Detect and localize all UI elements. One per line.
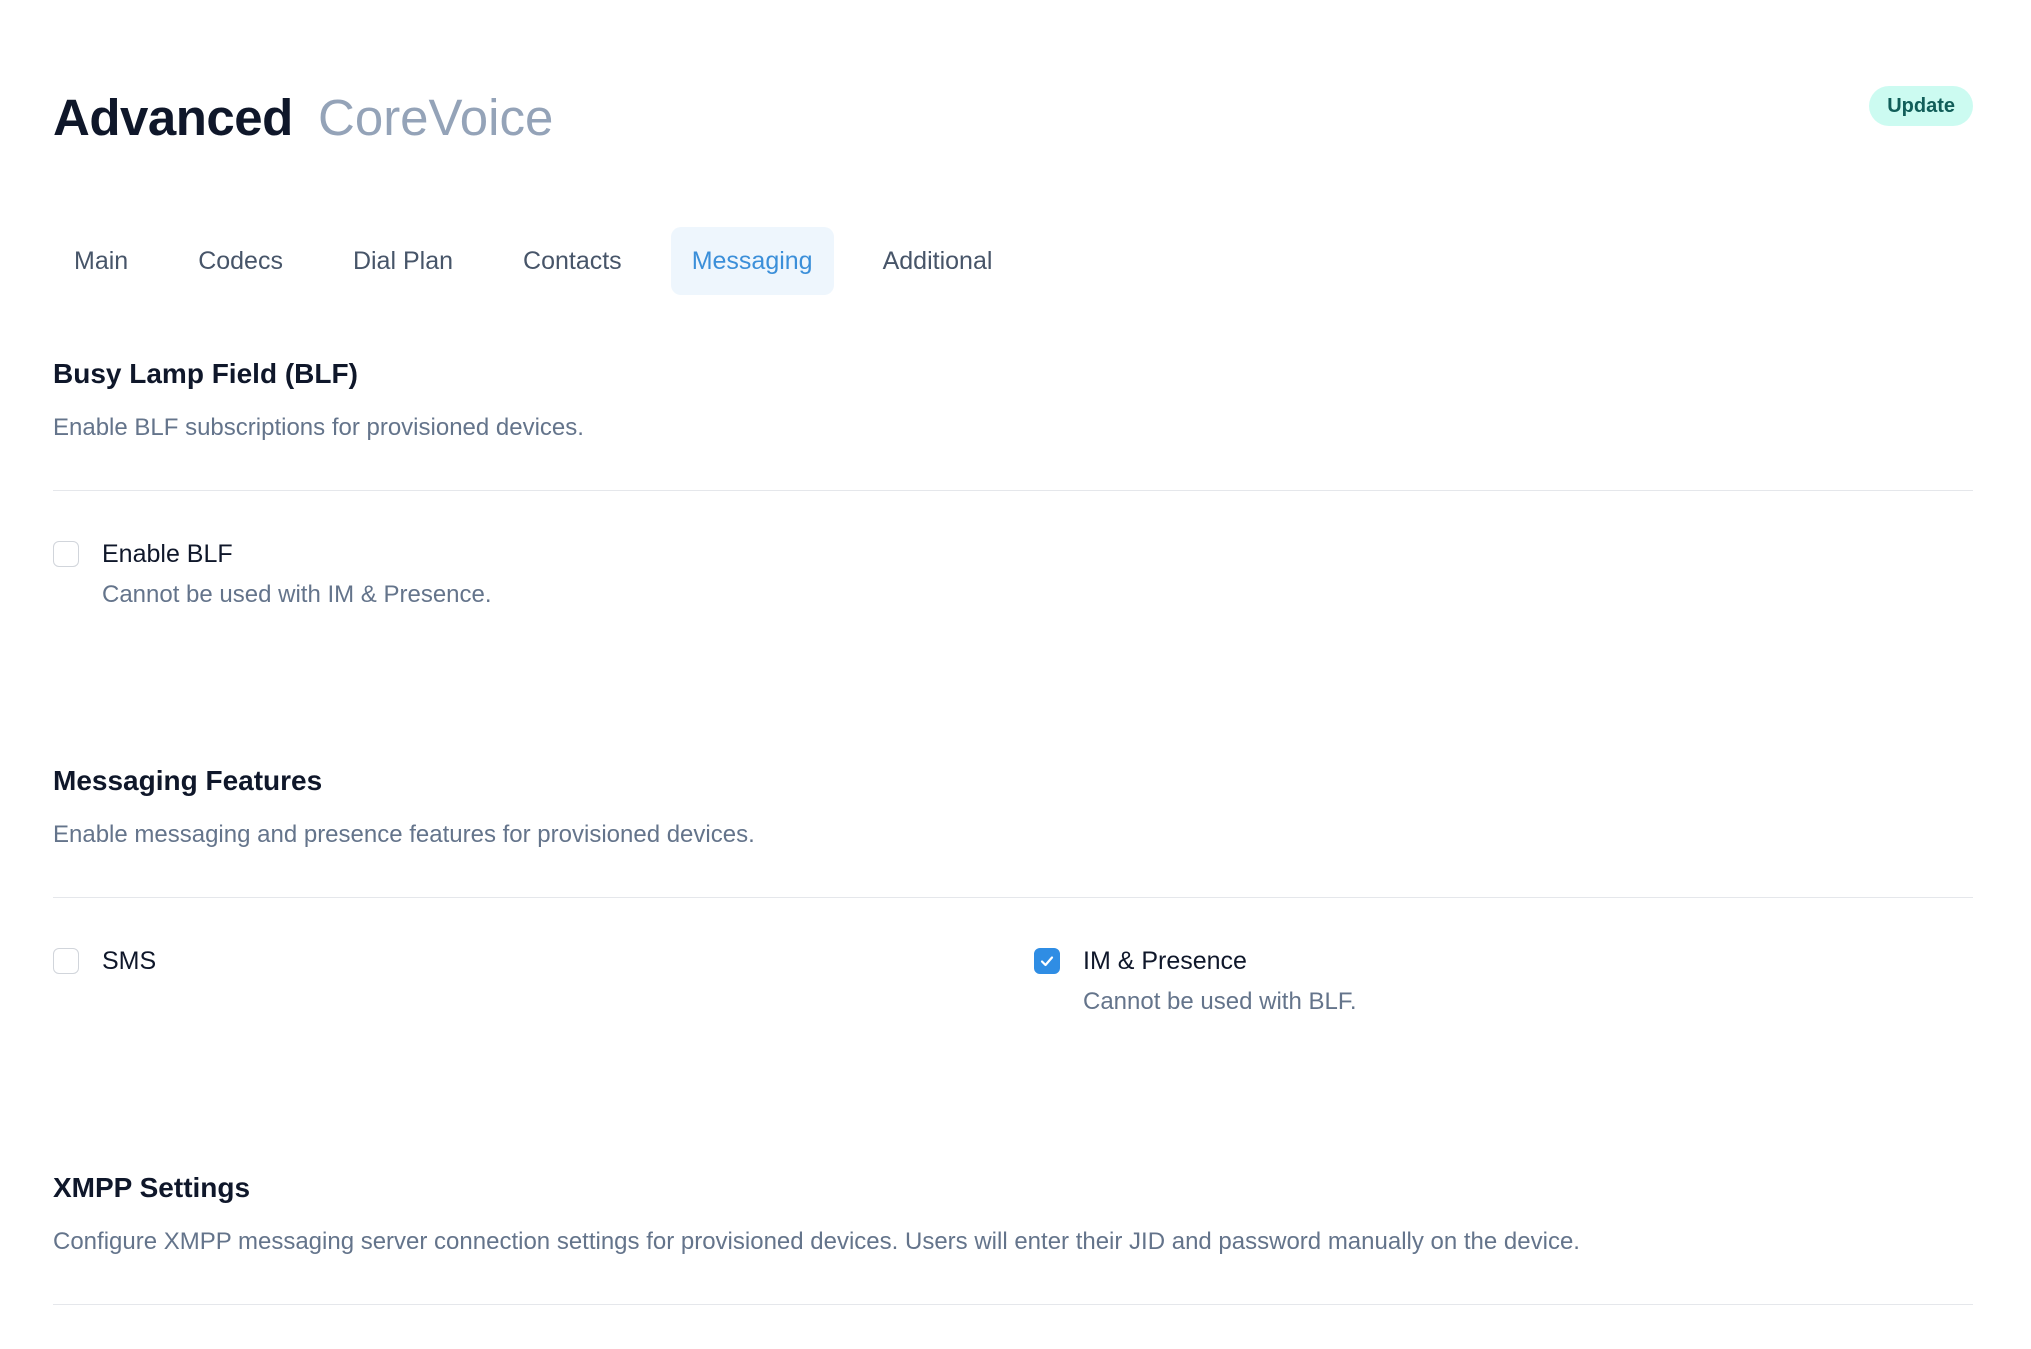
xmpp-divider [53,1304,1973,1305]
messaging-section-title: Messaging Features [53,765,323,796]
im-presence-label[interactable]: IM & Presence [1083,946,1357,976]
tab-codecs[interactable]: Codecs [177,227,304,295]
tab-main[interactable]: Main [53,227,149,295]
xmpp-settings-section: XMPP Settings Configure XMPP messaging s… [53,1172,1973,1256]
sms-checkbox[interactable] [53,948,79,974]
page-title: Advanced [53,89,293,146]
check-icon [1040,956,1054,967]
page-subtitle: CoreVoice [318,89,554,146]
messaging-divider [53,897,1973,898]
im-presence-help-text: Cannot be used with BLF. [1083,988,1357,1015]
blf-section-description: Enable BLF subscriptions for provisioned… [53,414,584,441]
im-presence-option: IM & Presence Cannot be used with BLF. [1034,946,1357,1016]
tab-dial-plan[interactable]: Dial Plan [332,227,474,295]
messaging-features-section: Messaging Features Enable messaging and … [53,765,1973,849]
blf-section-title: Busy Lamp Field (BLF) [53,358,358,389]
enable-blf-label[interactable]: Enable BLF [102,539,492,569]
xmpp-section-description: Configure XMPP messaging server connecti… [53,1228,1580,1255]
im-presence-checkbox[interactable] [1034,948,1060,974]
tab-bar: Main Codecs Dial Plan Contacts Messaging… [53,227,1041,295]
tab-additional[interactable]: Additional [862,227,1014,295]
messaging-section-description: Enable messaging and presence features f… [53,821,755,848]
enable-blf-checkbox[interactable] [53,541,79,567]
enable-blf-help-text: Cannot be used with IM & Presence. [102,581,492,608]
sms-label[interactable]: SMS [102,946,156,976]
page-header: Advanced CoreVoice Update [53,84,1973,164]
tab-messaging[interactable]: Messaging [670,227,834,295]
blf-section: Busy Lamp Field (BLF) Enable BLF subscri… [53,358,1973,442]
blf-divider [53,490,1973,491]
enable-blf-option: Enable BLF Cannot be used with IM & Pres… [53,539,492,609]
tab-contacts[interactable]: Contacts [502,227,643,295]
sms-option: SMS [53,946,156,976]
xmpp-section-title: XMPP Settings [53,1172,251,1203]
update-button[interactable]: Update [1869,86,1973,126]
